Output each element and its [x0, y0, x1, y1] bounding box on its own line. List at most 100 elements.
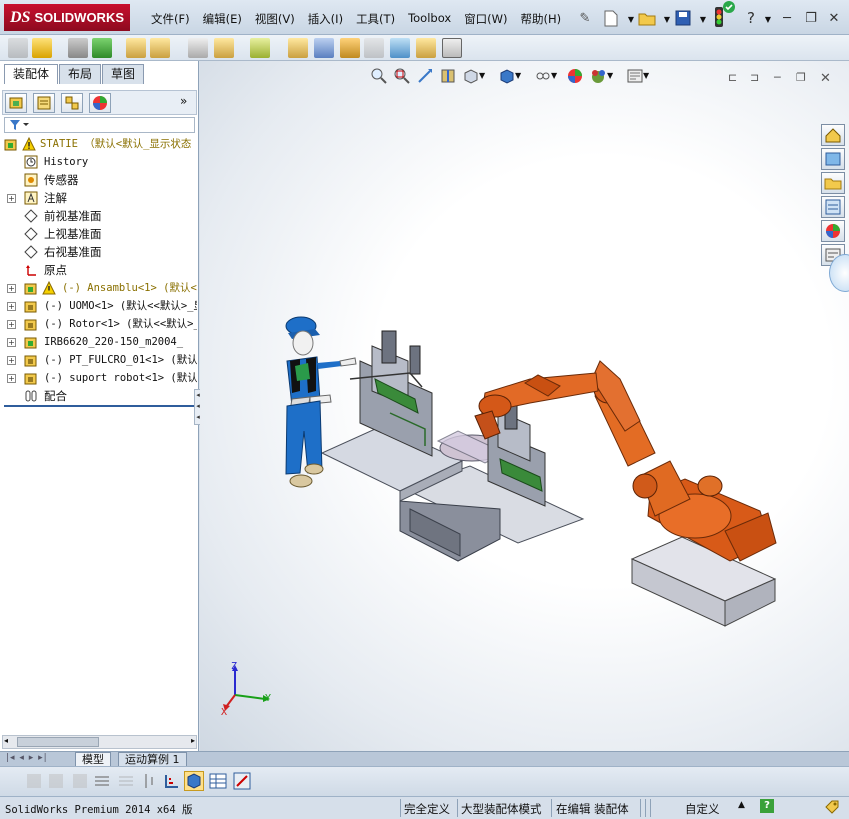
tab-model[interactable]: 模型 — [75, 752, 111, 767]
reference-geometry-icon[interactable] — [250, 38, 270, 58]
menu-insert[interactable]: 插入(I) — [303, 9, 348, 29]
new-document-button[interactable] — [600, 7, 622, 29]
configuration-manager-tab-icon[interactable] — [61, 93, 83, 113]
shaded-view-icon[interactable] — [184, 771, 204, 791]
linear-pattern-icon[interactable] — [92, 38, 112, 58]
tree-item-mates[interactable]: 配合 — [0, 387, 197, 405]
component-label: (-) Ansamblu<1> (默认< — [62, 282, 197, 294]
expand-toggle-icon[interactable]: + — [7, 338, 16, 347]
scroll-right-icon[interactable]: ▸ — [191, 736, 195, 745]
scrollbar-thumb[interactable] — [17, 737, 99, 747]
rollback-bar[interactable] — [4, 405, 194, 407]
mate-icon[interactable] — [68, 38, 88, 58]
tree-item-origin[interactable]: 原点 — [0, 261, 197, 279]
feature-icon[interactable] — [70, 771, 90, 791]
expand-toggle-icon[interactable]: + — [7, 374, 16, 383]
ds-logo-mark: DS — [10, 8, 31, 26]
expand-toggle-icon[interactable]: + — [7, 356, 16, 365]
align-icon[interactable] — [140, 771, 160, 791]
tree-item-top-plane[interactable]: 上视基准面 — [0, 225, 197, 243]
home-icon[interactable] — [821, 124, 845, 146]
instant3d-icon[interactable] — [442, 38, 462, 58]
menu-toolbox[interactable]: Toolbox — [403, 9, 456, 29]
tab-motion-study[interactable]: 运动算例 1 — [118, 752, 187, 767]
tree-item-component[interactable]: + (-) Ansamblu<1> (默认< — [0, 279, 197, 297]
display-manager-tab-icon[interactable] — [89, 93, 111, 113]
new-part-icon[interactable] — [32, 38, 52, 58]
tree-item-sensors[interactable]: 传感器 — [0, 171, 197, 189]
tree-filter-field[interactable] — [4, 117, 195, 133]
units-dropdown-icon[interactable]: ▲ — [738, 800, 745, 810]
interference-detection-icon[interactable] — [390, 38, 410, 58]
tree-item-component[interactable]: + IRB6620_220-150_m2004_ — [0, 333, 197, 351]
help-dropdown-icon[interactable]: ▼ — [757, 8, 779, 30]
new-motion-study-icon[interactable] — [288, 38, 308, 58]
appearances-icon[interactable] — [821, 220, 845, 242]
units-system-text[interactable]: 自定义 — [685, 801, 720, 817]
file-explorer-icon[interactable] — [821, 172, 845, 194]
tree-item-front-plane[interactable]: 前视基准面 — [0, 207, 197, 225]
tag-icon[interactable] — [824, 799, 840, 818]
tree-item-component[interactable]: + (-) PT_FULCRO_01<1> (默认< — [0, 351, 197, 369]
sketch-icon[interactable] — [46, 771, 66, 791]
scroll-left-icon[interactable]: ◂ — [4, 736, 8, 745]
design-library-icon[interactable] — [821, 148, 845, 170]
expand-toggle-icon[interactable]: + — [7, 284, 16, 293]
mates-label: 配合 — [44, 389, 67, 403]
clearance-verification-icon[interactable] — [416, 38, 436, 58]
tree-item-right-plane[interactable]: 右视基准面 — [0, 243, 197, 261]
show-hidden-icon[interactable] — [188, 38, 208, 58]
insert-component-icon[interactable] — [8, 38, 28, 58]
solidworks-logo[interactable]: DS SOLIDWORKS — [4, 4, 130, 31]
plane-icon — [24, 245, 38, 259]
expand-toggle-icon[interactable]: + — [7, 320, 16, 329]
tab-nav-arrows-icon[interactable]: |◂ ◂ ▸ ▸| — [6, 753, 48, 763]
assembly-icon — [24, 281, 38, 295]
save-button[interactable] — [672, 7, 694, 29]
graphics-area[interactable]: ▼ ▼ ▼ ▼ ▼ ⊏ ⊐ ─ ❐ ✕ Z Y X — [200, 61, 849, 751]
expand-toggle-icon[interactable]: + — [7, 302, 16, 311]
tab-sketch[interactable]: 草图 — [102, 64, 145, 84]
tab-layout[interactable]: 布局 — [59, 64, 102, 84]
exploded-view-icon[interactable] — [340, 38, 360, 58]
open-folder-button[interactable] — [636, 7, 658, 29]
sensors-label: 传感器 — [44, 173, 79, 187]
tab-assembly[interactable]: 装配体 — [4, 64, 59, 84]
explode-line-sketch-icon[interactable] — [364, 38, 384, 58]
menu-edit[interactable]: 编辑(E) — [198, 9, 247, 29]
feature-tree-tab-icon[interactable] — [5, 93, 27, 113]
tree-item-component[interactable]: + (-) suport robot<1> (默认< — [0, 369, 197, 387]
menu-help[interactable]: 帮助(H) — [516, 9, 567, 29]
component-label: IRB6620_220-150_m2004_ — [44, 336, 184, 348]
minimize-icon[interactable]: ─ — [777, 9, 797, 27]
table-icon[interactable] — [208, 771, 228, 791]
smart-fasteners-icon[interactable] — [126, 38, 146, 58]
horizontal-scrollbar[interactable]: ◂ ▸ — [2, 735, 197, 749]
tree-item-component[interactable]: + (-) UOMO<1> (默认<<默认>_显 — [0, 297, 197, 315]
axis-icon[interactable] — [162, 771, 182, 791]
view-palette-icon[interactable] — [821, 196, 845, 218]
expand-tabs-icon[interactable]: » — [180, 94, 187, 108]
tree-item-component[interactable]: + (-) Rotor<1> (默认<<默认>_ — [0, 315, 197, 333]
expand-toggle-icon[interactable]: + — [7, 194, 16, 203]
restore-icon[interactable]: ❐ — [801, 9, 821, 27]
help-status-icon[interactable]: ? — [760, 799, 774, 813]
menu-view[interactable]: 视图(V) — [250, 9, 300, 29]
pushpin-icon[interactable]: ✎ — [574, 7, 596, 29]
lines-icon[interactable] — [92, 771, 112, 791]
assembly-features-icon[interactable] — [214, 38, 234, 58]
tree-root-assembly[interactable]: STATIE （默认<默认_显示状态 — [0, 135, 197, 153]
tree-item-annotations[interactable]: + 注解 — [0, 189, 197, 207]
property-manager-tab-icon[interactable] — [33, 93, 55, 113]
menu-window[interactable]: 窗口(W) — [459, 9, 512, 29]
move-component-icon[interactable] — [150, 38, 170, 58]
tree-item-history[interactable]: History — [0, 153, 197, 171]
render-icon[interactable] — [232, 771, 252, 791]
grid-icon[interactable] — [116, 771, 136, 791]
bill-of-materials-icon[interactable] — [314, 38, 334, 58]
menu-tools[interactable]: 工具(T) — [351, 9, 400, 29]
close-icon[interactable]: ✕ — [824, 9, 844, 27]
menu-file[interactable]: 文件(F) — [146, 9, 195, 29]
smart-dimension-icon[interactable] — [24, 771, 44, 791]
filter-icon[interactable] — [9, 118, 31, 132]
